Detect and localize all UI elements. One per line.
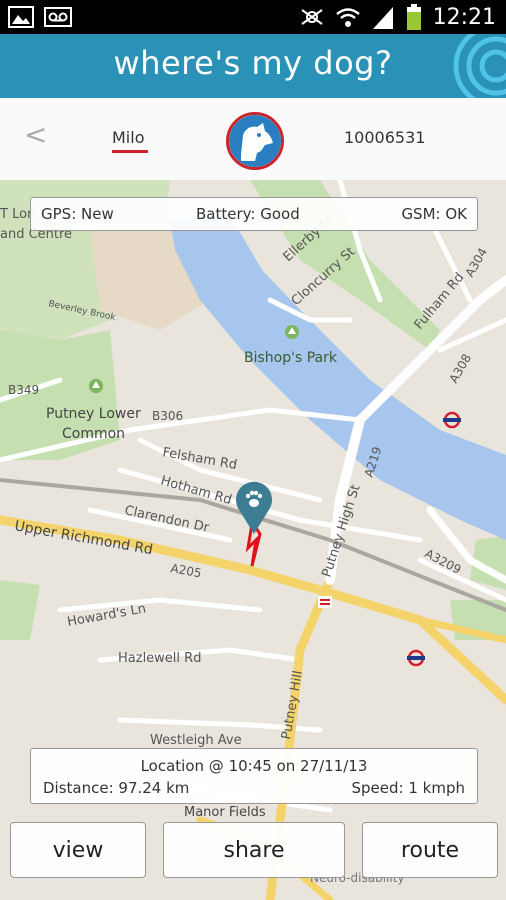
back-button[interactable]: < (24, 118, 47, 151)
image-icon (8, 6, 34, 28)
map-label: Westleigh Ave (150, 733, 242, 748)
battery-icon (406, 4, 421, 30)
wifi-icon (335, 8, 360, 27)
battery-status: Battery: Good (196, 205, 300, 223)
location-speed: Speed: 1 kmph (351, 779, 465, 797)
voicemail-icon (44, 7, 72, 27)
map-label: B349 (8, 383, 39, 397)
map-label: Hazlewell Rd (118, 651, 201, 666)
route-button[interactable]: route (362, 822, 498, 878)
map-label: Bishop's Park (244, 350, 338, 366)
location-time: Location @ 10:45 on 27/11/13 (140, 757, 368, 775)
map-label: Common (62, 426, 125, 442)
view-button[interactable]: view (10, 822, 146, 878)
signal-icon (372, 7, 393, 29)
map-label: Putney Lower (46, 406, 141, 422)
dog-avatar[interactable] (226, 112, 284, 170)
device-status-panel: GPS: New Battery: Good GSM: OK (30, 197, 478, 231)
dog-selector: < Milo 10006531 (0, 98, 506, 181)
rail-icon (318, 596, 332, 608)
gps-status: GPS: New (41, 205, 114, 223)
map-label: B306 (152, 409, 183, 423)
location-panel: Location @ 10:45 on 27/11/13 Distance: 9… (30, 748, 478, 804)
status-bar: 12:21 (0, 0, 506, 34)
dog-head-icon (229, 115, 281, 167)
clock: 12:21 (432, 4, 496, 30)
target-logo-icon (453, 34, 506, 98)
share-button[interactable]: share (163, 822, 345, 878)
mute-icon (301, 9, 323, 25)
app-title: where's my dog? (113, 44, 393, 82)
dog-name-underline (112, 150, 148, 153)
map-label: Manor Fields (184, 805, 266, 820)
gsm-status: GSM: OK (401, 205, 467, 223)
location-distance: Distance: 97.24 km (43, 779, 190, 797)
dog-name[interactable]: Milo (112, 128, 144, 147)
device-id: 10006531 (344, 128, 426, 147)
app-header: where's my dog? (0, 34, 506, 98)
